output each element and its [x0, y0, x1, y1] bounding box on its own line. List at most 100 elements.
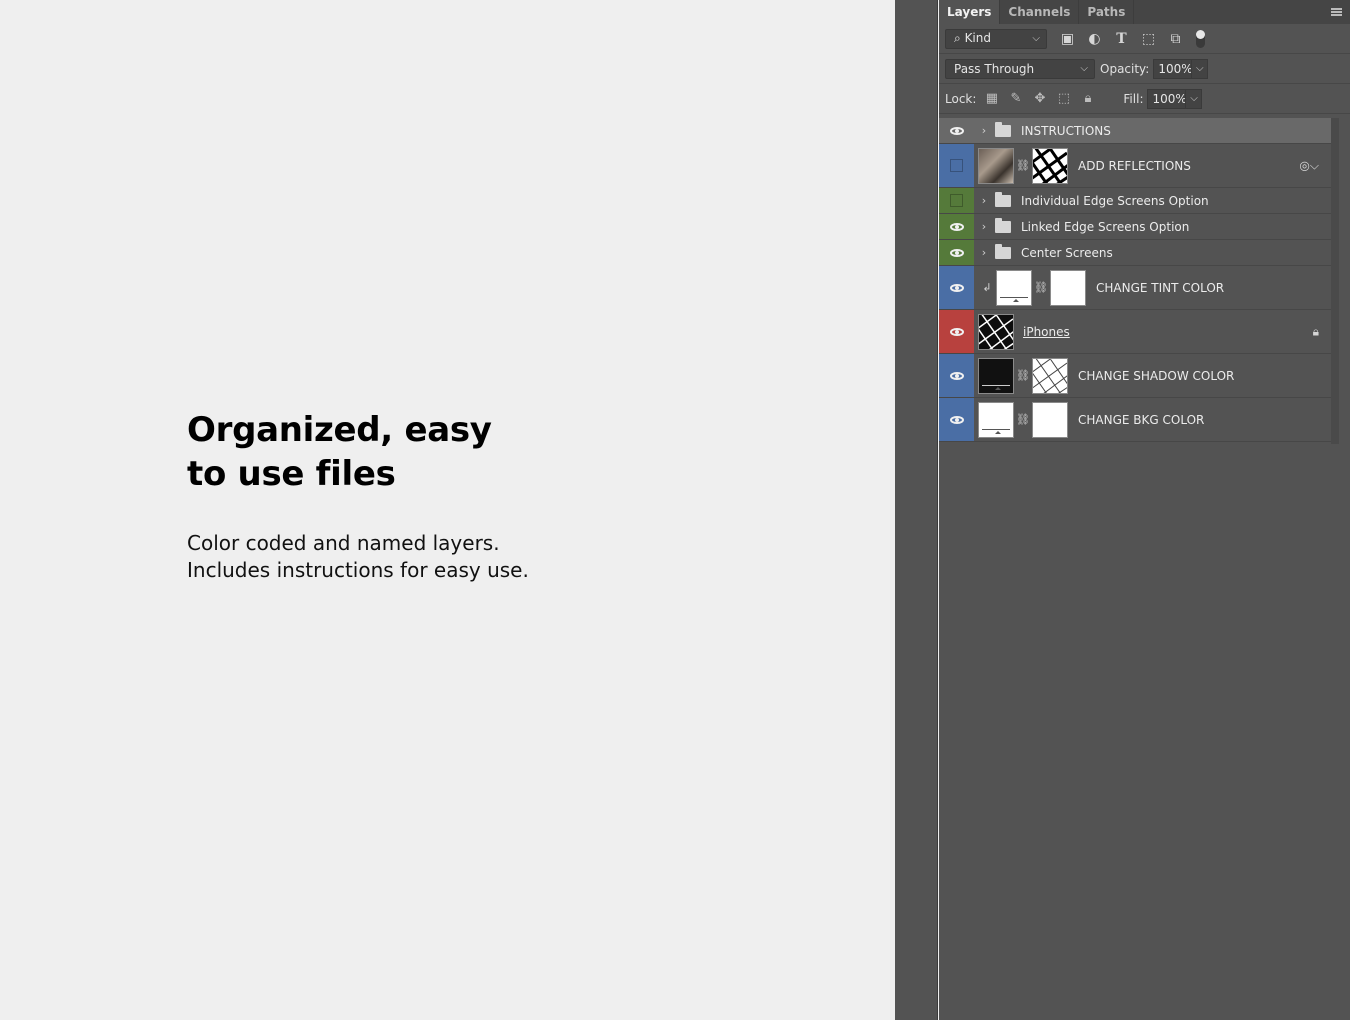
filter-row: ⌕ Kind ⌵ ▣ ◐ T ⬚ ⧉ [939, 24, 1350, 54]
layer-row-instructions[interactable]: › INSTRUCTIONS [939, 118, 1331, 144]
lock-row: Lock: ▦ ✎ ✥ ⬚ 🔒︎ Fill: 100% ⌵ [939, 84, 1350, 114]
layer-row-iphones[interactable]: iPhones 🔒︎ [939, 310, 1331, 354]
opacity-input[interactable]: 100% [1153, 58, 1193, 79]
panel-menu-icon[interactable] [1331, 8, 1342, 16]
image-filter-icon[interactable]: ▣ [1059, 30, 1076, 47]
adjustment-filter-icon[interactable]: ◐ [1086, 30, 1103, 47]
chevron-down-icon: ⌵ [1032, 33, 1040, 44]
filter-toggle[interactable] [1196, 29, 1205, 48]
visibility-toggle[interactable] [939, 310, 974, 353]
promo-body: Color coded and named layers. Includes i… [187, 531, 529, 582]
link-icon[interactable]: ⛓︎ [1016, 369, 1030, 382]
layer-name: CHANGE TINT COLOR [1096, 280, 1225, 295]
grid-pattern-icon [979, 314, 1013, 349]
eye-icon [949, 371, 964, 380]
eye-icon [949, 126, 964, 135]
hidden-box-icon [950, 159, 963, 172]
layer-row-linked-edge[interactable]: › Linked Edge Screens Option [939, 214, 1331, 240]
tab-layers[interactable]: Layers [939, 0, 1001, 24]
layer-name: INSTRUCTIONS [1021, 123, 1111, 138]
layer-name: CHANGE SHADOW COLOR [1078, 368, 1235, 383]
layer-name: iPhones [1023, 324, 1070, 339]
chevron-right-icon[interactable]: › [977, 194, 991, 207]
mask-thumbnail[interactable] [1032, 401, 1068, 438]
eye-icon [949, 248, 964, 257]
opacity-label: Opacity: [1100, 61, 1150, 76]
fill-thumbnail[interactable] [978, 401, 1014, 438]
chevron-right-icon[interactable]: › [977, 246, 991, 259]
layer-name: Individual Edge Screens Option [1021, 193, 1209, 208]
layer-name: Center Screens [1021, 245, 1113, 260]
lock-transparency-icon[interactable]: ▦ [984, 91, 999, 106]
mask-thumbnail[interactable] [1050, 269, 1086, 306]
fill-layer-icon [1000, 296, 1028, 302]
layers-list: › INSTRUCTIONS ⛓︎ ADD REFLECTIONS ◎⌵ › I… [939, 118, 1331, 442]
tab-paths[interactable]: Paths [1079, 0, 1135, 24]
lock-label: Lock: [945, 91, 977, 106]
hidden-box-icon [950, 194, 963, 207]
lock-all-icon[interactable]: 🔒︎ [1080, 91, 1095, 106]
blend-mode-value: Pass Through [954, 61, 1035, 76]
layer-name: ADD REFLECTIONS [1078, 158, 1191, 173]
shape-filter-icon[interactable]: ⬚ [1140, 30, 1157, 47]
lock-position-icon[interactable]: ✥ [1032, 91, 1047, 106]
fill-thumbnail[interactable] [996, 269, 1032, 306]
chevron-down-icon: ⌵ [1080, 63, 1088, 74]
chevron-right-icon[interactable]: › [977, 220, 991, 233]
fill-thumbnail[interactable] [978, 357, 1014, 394]
layer-row-center-screens[interactable]: › Center Screens [939, 240, 1331, 266]
lock-icon: 🔒︎ [1312, 324, 1319, 338]
folder-icon [995, 217, 1011, 233]
layers-panel: Layers Channels Paths ⌕ Kind ⌵ ▣ ◐ T ⬚ ⧉… [939, 0, 1350, 1020]
mask-thumbnail[interactable] [1032, 357, 1068, 394]
lock-artboard-icon[interactable]: ⬚ [1056, 91, 1071, 106]
tab-channels[interactable]: Channels [1000, 0, 1080, 24]
opacity-chevron-icon[interactable]: ⌵ [1191, 58, 1209, 79]
layer-row-change-bkg[interactable]: ⛓︎ CHANGE BKG COLOR [939, 398, 1331, 442]
fill-layer-icon [982, 428, 1010, 434]
eye-icon [949, 327, 964, 336]
folder-icon [995, 243, 1011, 259]
eye-icon [949, 222, 964, 231]
visibility-toggle[interactable] [939, 188, 974, 213]
layer-row-change-tint[interactable]: ↲ ⛓︎ CHANGE TINT COLOR [939, 266, 1331, 310]
chevron-right-icon[interactable]: › [977, 124, 991, 137]
visibility-toggle[interactable] [939, 214, 974, 239]
kind-filter-dropdown[interactable]: ⌕ Kind ⌵ [945, 28, 1047, 49]
panel-tabs: Layers Channels Paths [939, 0, 1350, 24]
eye-icon [949, 283, 964, 292]
mask-pattern-icon [1033, 148, 1067, 183]
promo-heading: Organized, easy to use files [187, 410, 492, 494]
blend-mode-dropdown[interactable]: Pass Through ⌵ [945, 58, 1095, 79]
layers-scrollbar[interactable] [1331, 118, 1339, 444]
mask-pattern-icon [1033, 358, 1067, 393]
layer-row-individual-edge[interactable]: › Individual Edge Screens Option [939, 188, 1331, 214]
layer-row-add-reflections[interactable]: ⛓︎ ADD REFLECTIONS ◎⌵ [939, 144, 1331, 188]
fill-input[interactable]: 100% [1147, 88, 1187, 109]
visibility-toggle[interactable] [939, 240, 974, 265]
clipping-arrow-icon: ↲ [982, 281, 992, 294]
link-icon[interactable]: ⛓︎ [1016, 159, 1030, 172]
visibility-toggle[interactable] [939, 118, 974, 143]
visibility-toggle[interactable] [939, 144, 974, 187]
layer-thumbnail[interactable] [978, 147, 1014, 184]
visibility-toggle[interactable] [939, 266, 974, 309]
layer-row-change-shadow[interactable]: ⛓︎ CHANGE SHADOW COLOR [939, 354, 1331, 398]
link-icon[interactable]: ⛓︎ [1034, 281, 1048, 294]
fill-label: Fill: [1123, 91, 1144, 106]
visibility-toggle[interactable] [939, 398, 974, 441]
fill-layer-icon [982, 384, 1010, 390]
mask-thumbnail[interactable] [1032, 147, 1068, 184]
smart-filter-icon[interactable]: ◎⌵ [1299, 158, 1319, 173]
layer-name: CHANGE BKG COLOR [1078, 412, 1205, 427]
type-filter-icon[interactable]: T [1113, 30, 1130, 47]
visibility-toggle[interactable] [939, 354, 974, 397]
lock-pixels-icon[interactable]: ✎ [1008, 91, 1023, 106]
panel-dock-gutter [895, 0, 938, 1020]
fill-chevron-icon[interactable]: ⌵ [1185, 88, 1203, 109]
layer-thumbnail[interactable] [978, 313, 1014, 350]
link-icon[interactable]: ⛓︎ [1016, 413, 1030, 426]
smart-object-filter-icon[interactable]: ⧉ [1167, 30, 1184, 47]
eye-icon [949, 415, 964, 424]
folder-icon [995, 121, 1011, 137]
